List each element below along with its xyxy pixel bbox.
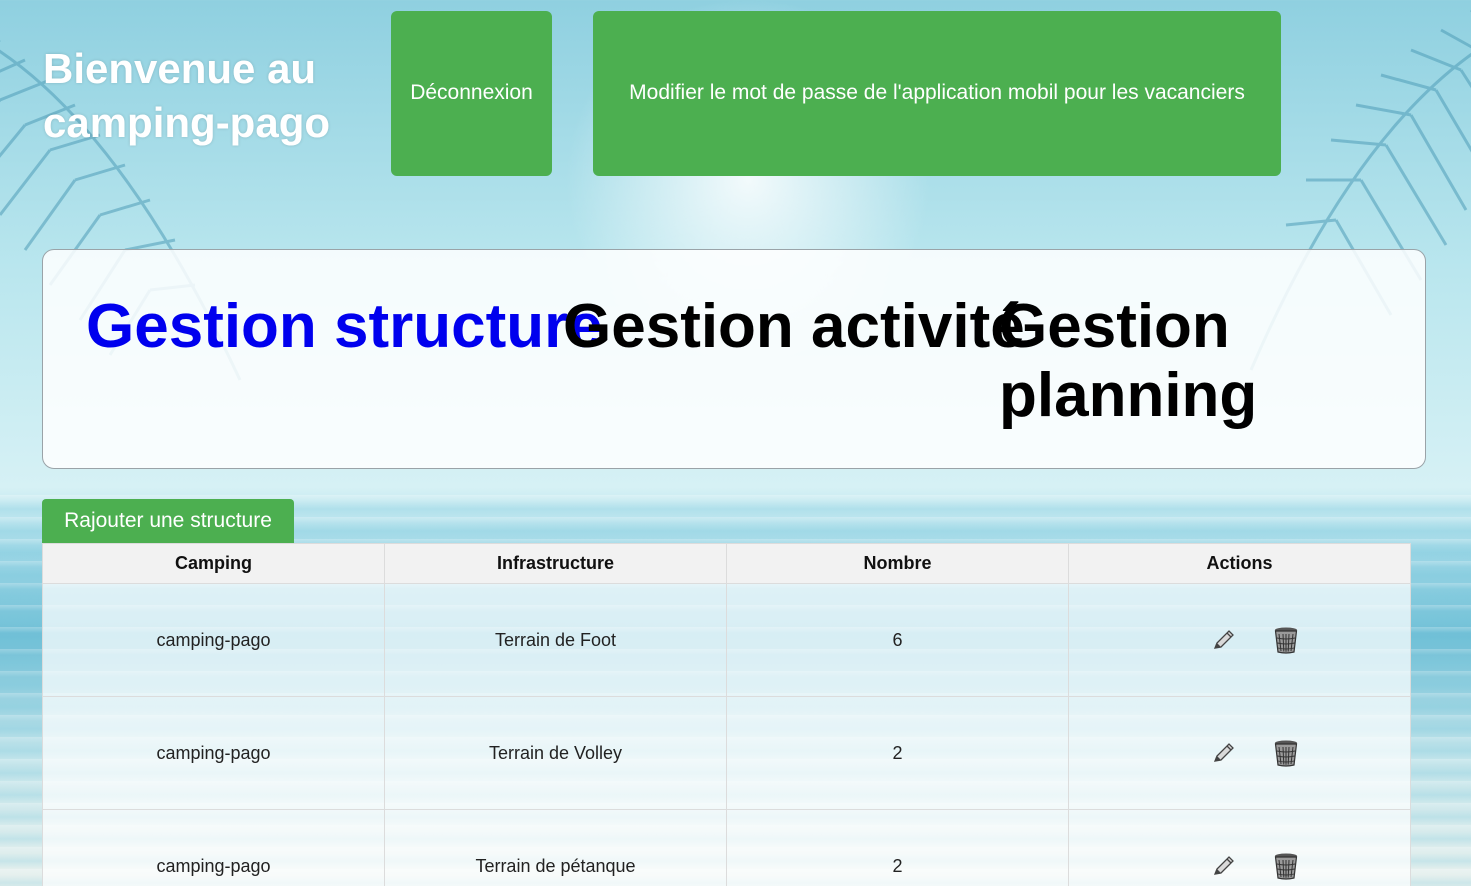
cell-nombre: 2	[726, 696, 1069, 810]
nav-link-gestion-planning[interactable]: Gestion planning	[999, 292, 1425, 430]
logout-button[interactable]: Déconnexion	[391, 11, 552, 176]
nav-link-gestion-structure[interactable]: Gestion structure	[86, 292, 603, 361]
trash-icon[interactable]	[1271, 625, 1301, 655]
cell-actions	[1068, 696, 1411, 810]
trash-icon[interactable]	[1271, 851, 1301, 881]
nav-menu: Gestion structure Gestion activité Gesti…	[42, 249, 1426, 469]
column-header-camping: Camping	[42, 543, 385, 584]
cell-infrastructure: Terrain de Foot	[384, 583, 727, 697]
column-header-nombre: Nombre	[726, 543, 1069, 584]
nav-link-gestion-activite[interactable]: Gestion activité	[563, 292, 1025, 361]
cell-camping: camping-pago	[42, 809, 385, 886]
table-row: camping-pago Terrain de pétanque 2	[42, 809, 1411, 886]
cell-nombre: 2	[726, 809, 1069, 886]
cell-actions	[1068, 809, 1411, 886]
pencil-icon[interactable]	[1209, 851, 1239, 881]
change-password-button[interactable]: Modifier le mot de passe de l'applicatio…	[593, 11, 1281, 176]
cell-camping: camping-pago	[42, 696, 385, 810]
table-row: camping-pago Terrain de Volley 2	[42, 696, 1411, 810]
page-title: Bienvenue au camping-pago	[43, 45, 331, 146]
table-header-row: Camping Infrastructure Nombre Actions	[42, 543, 1411, 584]
column-header-actions: Actions	[1068, 543, 1411, 584]
trash-icon[interactable]	[1271, 738, 1301, 768]
add-structure-button[interactable]: Rajouter une structure	[42, 499, 294, 543]
cell-infrastructure: Terrain de pétanque	[384, 809, 727, 886]
table-row: camping-pago Terrain de Foot 6	[42, 583, 1411, 697]
pencil-icon[interactable]	[1209, 738, 1239, 768]
cell-actions	[1068, 583, 1411, 697]
cell-camping: camping-pago	[42, 583, 385, 697]
column-header-infrastructure: Infrastructure	[384, 543, 727, 584]
cell-infrastructure: Terrain de Volley	[384, 696, 727, 810]
structures-table: Camping Infrastructure Nombre Actions ca…	[42, 543, 1411, 886]
cell-nombre: 6	[726, 583, 1069, 697]
pencil-icon[interactable]	[1209, 625, 1239, 655]
